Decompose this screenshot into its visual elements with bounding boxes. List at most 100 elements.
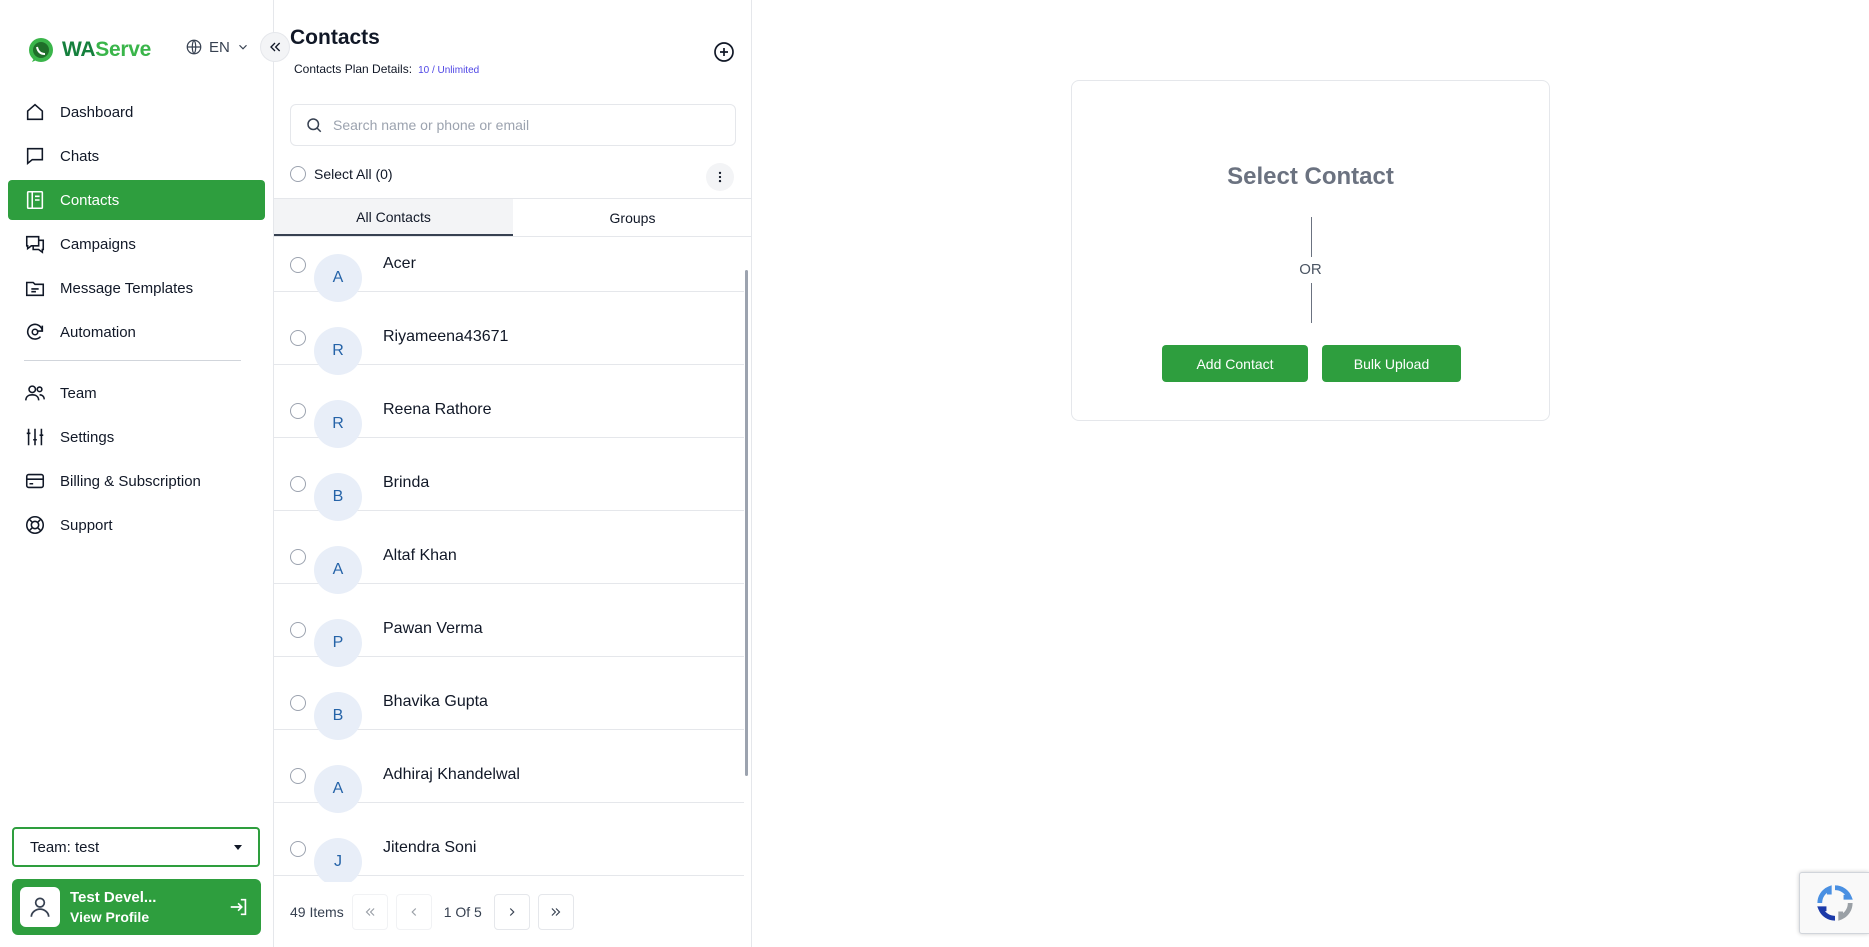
sidebar-item-automation[interactable]: Automation [8,312,265,352]
sidebar-item-campaigns[interactable]: Campaigns [8,224,265,264]
chevron-right-icon [509,908,515,916]
contacts-icon [26,190,44,210]
row-checkbox[interactable] [290,841,306,857]
team-select[interactable]: Team: test [12,827,260,867]
globe-icon [186,39,202,55]
recaptcha-icon [1816,885,1853,921]
select-all-checkbox[interactable] [290,166,306,182]
row-checkbox[interactable] [290,257,306,273]
list-scrollbar[interactable] [745,270,748,776]
sidebar-item-label: Team [60,384,97,402]
add-contact-button[interactable]: Add Contact [1162,345,1308,382]
view-profile-link[interactable]: View Profile [70,908,225,926]
row-checkbox[interactable] [290,768,306,784]
prev-page-button[interactable] [395,894,432,930]
sidebar-item-billing[interactable]: Billing & Subscription [8,461,265,501]
sidebar-item-message-templates[interactable]: Message Templates [8,268,265,308]
user-icon [30,897,50,917]
contact-name: Reena Rathore [383,401,492,418]
logout-button[interactable] [225,893,253,921]
plan-label: Contacts Plan Details: [294,62,413,76]
first-page-button[interactable] [351,894,388,930]
app-root: WAServe EN Dashboard Chats Contacts Camp… [0,0,1869,947]
list-item[interactable]: R Riyameena43671 [274,292,744,375]
chevrons-right-icon [551,908,561,916]
list-item[interactable]: P Pawan Verma [274,584,744,667]
row-checkbox[interactable] [290,695,306,711]
credit-card-icon [25,473,45,489]
contacts-panel: Contacts Contacts Plan Details: 10 / Unli… [274,0,752,947]
kebab-icon [718,171,722,183]
list-item[interactable]: R Reena Rathore [274,365,744,448]
brand-logo[interactable]: WAServe [26,34,151,66]
caret-down-icon [234,845,242,850]
contact-name: Bhavika Gupta [383,693,488,710]
contact-name: Acer [383,255,416,272]
list-item[interactable]: B Brinda [274,438,744,521]
plan-details: Contacts Plan Details: 10 / Unlimited [294,62,479,76]
list-item[interactable]: A Acer [274,237,744,302]
language-label: EN [209,38,230,56]
sidebar-item-chats[interactable]: Chats [8,136,265,176]
recaptcha-badge[interactable] [1799,872,1869,934]
contact-name: Altaf Khan [383,547,457,564]
sidebar-nav: Dashboard Chats Contacts Campaigns Messa… [8,92,265,549]
more-options-button[interactable] [706,163,734,191]
row-checkbox[interactable] [290,330,306,346]
sidebar: WAServe EN Dashboard Chats Contacts Camp… [0,0,274,947]
logout-icon [230,898,247,916]
tab-groups[interactable]: Groups [513,199,752,236]
team-select-value: Team: test [30,838,100,856]
profile-card[interactable]: Test Devel... View Profile [12,879,261,935]
page-indicator: 1 Of 5 [443,904,482,920]
avatar [20,887,60,927]
sidebar-item-settings[interactable]: Settings [8,417,265,457]
list-item[interactable]: A Altaf Khan [274,511,744,594]
last-page-button[interactable] [537,894,574,930]
row-checkbox[interactable] [290,476,306,492]
plan-value: 10 / Unlimited [418,65,480,76]
sidebar-item-dashboard[interactable]: Dashboard [8,92,265,132]
contact-avatar: J [314,838,362,882]
bulk-upload-button[interactable]: Bulk Upload [1322,345,1461,382]
campaigns-icon [25,235,45,254]
row-checkbox[interactable] [290,622,306,638]
sliders-icon [26,428,44,446]
sidebar-item-label: Dashboard [60,103,134,121]
search-input[interactable] [333,117,713,133]
sidebar-item-label: Settings [60,428,115,446]
contact-name: Jitendra Soni [383,839,477,856]
list-item[interactable]: J Jitendra Soni [274,803,744,882]
sidebar-item-label: Automation [60,323,136,341]
sidebar-item-label: Campaigns [60,235,136,253]
select-contact-card: Select Contact OR Add Contact Bulk Uploa… [1071,80,1550,421]
chat-icon [26,147,44,165]
sidebar-item-label: Billing & Subscription [60,472,201,490]
pagination: 49 Items 1 Of 5 [290,894,574,930]
tab-all-contacts[interactable]: All Contacts [274,199,513,236]
row-checkbox[interactable] [290,403,306,419]
contact-name: Brinda [383,474,430,491]
select-all-label: Select All (0) [314,166,393,182]
list-item[interactable]: A Adhiraj Khandelwal [274,730,744,813]
chevron-left-icon [411,908,416,916]
chevrons-left-icon [270,42,281,52]
contact-name: Pawan Verma [383,620,483,637]
select-all[interactable]: Select All (0) [290,166,393,182]
language-select[interactable]: EN [185,38,250,56]
row-checkbox[interactable] [290,549,306,565]
page-title: Contacts [290,26,380,49]
sidebar-item-contacts[interactable]: Contacts [8,180,265,220]
lifebuoy-icon [25,515,45,535]
collapse-sidebar-button[interactable] [260,32,290,62]
or-divider-bottom [1311,283,1312,323]
list-item[interactable]: B Bhavika Gupta [274,657,744,740]
sidebar-item-team[interactable]: Team [8,373,265,413]
add-contact-icon[interactable] [712,40,736,64]
brand-name: WAServe [62,38,151,61]
search-box [290,104,736,146]
or-divider-top [1311,217,1312,257]
next-page-button[interactable] [493,894,530,930]
sidebar-item-support[interactable]: Support [8,505,265,545]
automation-icon [26,323,44,340]
